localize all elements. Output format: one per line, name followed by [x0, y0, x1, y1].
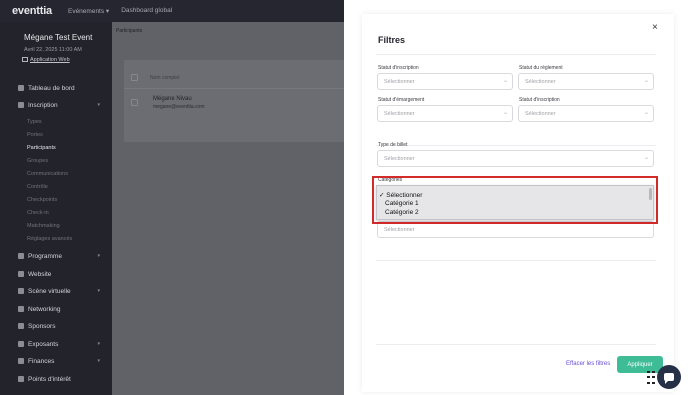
select-placeholder: Sélectionner — [525, 110, 556, 117]
event-name: Mégane Test Event — [24, 33, 93, 42]
footer-divider — [376, 344, 656, 345]
chevron-updown-icon: ⌄ — [502, 78, 508, 84]
sidebar-item-label: Tableau de bord — [28, 84, 75, 92]
sidebar: Mégane Test Event Avril 22, 2025 11:00 A… — [0, 22, 112, 395]
modal-title: Filtres — [378, 35, 406, 45]
sidebar-item-label: Sponsors — [28, 322, 56, 330]
nav-evenements[interactable]: Evénements ▾ — [68, 7, 109, 15]
dropdown-scrollbar[interactable] — [649, 188, 652, 200]
sidebar-item-label: Networking — [28, 305, 61, 313]
statut-inscription-2-select[interactable]: Sélectionner ⌄ — [518, 105, 654, 122]
select-placeholder: Sélectionner — [384, 155, 415, 162]
sidebar-sub-matchmaking[interactable]: Matchmaking — [27, 223, 60, 229]
table-divider — [124, 88, 344, 89]
sidebar-sub-reglages-avances[interactable]: Réglages avancés — [27, 236, 72, 242]
title-divider — [376, 54, 656, 55]
calendar-icon — [18, 253, 24, 259]
map-pin-icon — [18, 376, 24, 382]
sidebar-item-label: Programme — [28, 252, 62, 260]
sidebar-item-scene-virtuelle[interactable]: Scène virtuelle ▾ — [18, 286, 100, 296]
sidebar-item-tableau-de-bord[interactable]: Tableau de bord — [18, 83, 100, 93]
statut-inscription-select[interactable]: Sélectionner ⌄ — [377, 73, 513, 90]
exhibitor-icon — [18, 341, 24, 347]
nav-dashboard-global[interactable]: Dashboard global — [121, 7, 172, 15]
sidebar-item-exposants[interactable]: Exposants ▾ — [18, 339, 100, 349]
sidebar-sub-communications[interactable]: Communications — [27, 171, 68, 177]
sidebar-sub-portes[interactable]: Portes — [27, 132, 43, 138]
sidebar-item-networking[interactable]: Networking — [18, 304, 100, 314]
web-app-icon — [22, 57, 28, 62]
sidebar-sub-checkpoints[interactable]: Checkpoints — [27, 197, 57, 203]
sidebar-item-sponsors[interactable]: Sponsors — [18, 321, 100, 331]
sidebar-sub-participants[interactable]: Participants — [27, 145, 56, 151]
network-icon — [18, 306, 24, 312]
dashboard-icon — [18, 85, 24, 91]
statut-reglement-label: Statut du règlement — [519, 65, 563, 71]
money-icon — [18, 358, 24, 364]
section-divider — [376, 260, 656, 261]
statut-emargement-label: Statut d'émargement — [378, 97, 425, 103]
event-date: Avril 22, 2025 11:00 AM — [24, 47, 82, 53]
sponsor-icon — [18, 323, 24, 329]
sidebar-item-label: Inscription — [28, 101, 58, 109]
video-icon — [18, 288, 24, 294]
chevron-updown-icon: ⌄ — [643, 155, 649, 161]
statut-reglement-select[interactable]: Sélectionner ⌄ — [518, 73, 654, 90]
sidebar-item-programme[interactable]: Programme ▾ — [18, 251, 100, 261]
sidebar-item-label: Finances — [28, 357, 55, 365]
sidebar-sub-groupes[interactable]: Groupes — [27, 158, 48, 164]
drag-grid-icon — [647, 371, 655, 385]
section-divider — [376, 145, 656, 146]
sidebar-item-label: Website — [28, 270, 52, 278]
apply-button[interactable]: Appliquer — [617, 356, 663, 373]
participant-email: megane@eventtia.com — [153, 104, 205, 110]
statut-inscription-label: Statut d'inscription — [378, 65, 419, 71]
close-icon[interactable]: × — [652, 22, 658, 33]
top-nav: Evénements ▾ Dashboard global — [68, 7, 172, 15]
web-app-link[interactable]: Application Web — [30, 57, 70, 63]
chat-icon — [664, 373, 674, 384]
select-placeholder: Sélectionner — [384, 226, 415, 233]
registration-icon — [18, 102, 24, 108]
clear-filters-link[interactable]: Effacer les filtres — [566, 361, 610, 367]
select-placeholder: Sélectionner — [384, 110, 415, 117]
chevron-updown-icon: ⌄ — [643, 110, 649, 116]
sidebar-item-points-interet[interactable]: Points d'intérêt — [18, 374, 100, 384]
statut-inscription-2-label: Statut d'inscription — [519, 97, 560, 103]
dropdown-option-categorie-2[interactable]: Catégorie 2 — [385, 209, 419, 216]
sidebar-item-label: Exposants — [28, 340, 59, 348]
chevron-updown-icon: ⌄ — [502, 110, 508, 116]
table-header-name: Nom complet — [150, 75, 180, 81]
statut-emargement-select[interactable]: Sélectionner ⌄ — [377, 105, 513, 122]
website-icon — [18, 271, 24, 277]
sidebar-sub-types[interactable]: Types — [27, 119, 42, 125]
chevron-down-icon: ▾ — [97, 341, 100, 347]
eventtia-logo[interactable]: eventtia — [12, 5, 52, 17]
chevron-down-icon: ▾ — [97, 253, 100, 259]
participant-name: Mégane Nivau — [153, 96, 192, 102]
select-all-checkbox[interactable] — [131, 74, 138, 81]
row-checkbox[interactable] — [131, 99, 138, 106]
top-bar: eventtia Evénements ▾ Dashboard global — [0, 0, 344, 22]
select-placeholder: Sélectionner — [384, 78, 415, 85]
type-billet-select[interactable]: Sélectionner ⌄ — [377, 150, 654, 167]
chevron-updown-icon: ⌄ — [643, 78, 649, 84]
chevron-down-icon: ▾ — [97, 102, 100, 108]
dropdown-option-selectionner[interactable]: ✓ Sélectionner — [379, 191, 422, 199]
sidebar-item-finances[interactable]: Finances ▾ — [18, 356, 100, 366]
chevron-down-icon: ▾ — [97, 358, 100, 364]
sidebar-item-label: Points d'intérêt — [28, 375, 71, 383]
sidebar-item-website[interactable]: Website — [18, 269, 100, 279]
type-billet-label: Type de billet — [378, 142, 408, 148]
dropdown-option-categorie-1[interactable]: Catégorie 1 — [385, 200, 419, 207]
chat-button[interactable] — [657, 365, 681, 389]
categories-dropdown[interactable]: ✓ Sélectionner Catégorie 1 Catégorie 2 — [376, 185, 654, 220]
sidebar-sub-controle[interactable]: Contrôle — [27, 184, 48, 190]
select-placeholder: Sélectionner — [525, 78, 556, 85]
sidebar-item-label: Scène virtuelle — [28, 287, 71, 295]
breadcrumb: Participants — [116, 28, 143, 34]
chevron-down-icon: ▾ — [97, 288, 100, 294]
sidebar-sub-check-in[interactable]: Check-in — [27, 210, 49, 216]
sidebar-item-inscription[interactable]: Inscription ▾ — [18, 100, 100, 110]
